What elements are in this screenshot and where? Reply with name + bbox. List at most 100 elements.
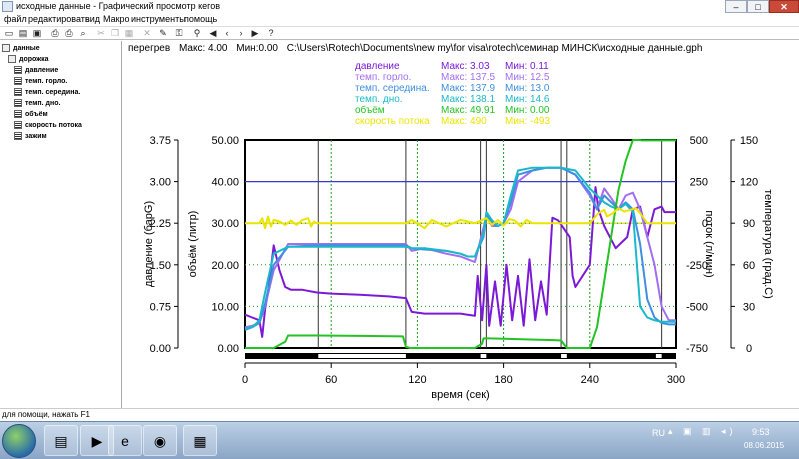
explorer-icon[interactable]: ▤ — [44, 425, 78, 456]
language-indicator[interactable]: RU — [652, 428, 665, 438]
x-tick-label: 240 — [581, 374, 599, 386]
temp-tick-label: 90 — [743, 218, 755, 230]
volume-axis-label: объём (литр) — [187, 211, 199, 278]
x-tick-label: 300 — [667, 374, 685, 386]
volume-tick-label: 50.00 — [211, 135, 239, 147]
channel-icon — [14, 121, 22, 130]
timeline-segment — [655, 354, 662, 358]
new-icon[interactable]: ▭ — [3, 28, 15, 39]
flow-tick-label: 250 — [690, 177, 708, 189]
timeline-segment — [480, 354, 487, 358]
tree-item-temp-bottom[interactable]: темп. дно. — [14, 98, 60, 109]
menu-bar: файл редактировать вид Макро инструменты… — [0, 14, 799, 27]
tray-icons[interactable]: ▴ ▣ ▥ ◂) — [668, 426, 737, 437]
title-bar: исходные данные - Графический просмотр к… — [0, 0, 799, 14]
pen-icon[interactable]: ✎ — [157, 28, 169, 39]
volume-tick-label: 30.00 — [211, 218, 239, 230]
x-tick-label: 180 — [494, 374, 512, 386]
x-axis-label: время (сек) — [431, 389, 489, 401]
window-title: исходные данные - Графический просмотр к… — [16, 1, 221, 11]
menu-file[interactable]: файл — [4, 14, 27, 24]
app-icon — [2, 1, 13, 12]
minimize-button[interactable]: – — [725, 0, 747, 13]
help-icon[interactable]: ? — [265, 28, 277, 39]
tree-item-volume[interactable]: объём — [14, 109, 48, 120]
temp-tick-label: 120 — [740, 177, 758, 189]
folder-icon — [2, 44, 10, 53]
temp-tick-label: 30 — [743, 301, 755, 313]
tree-item-temp-middle[interactable]: темп. середина. — [14, 87, 80, 98]
tree-item-clamp[interactable]: зажим — [14, 131, 47, 142]
volume-tick-label: 0.00 — [218, 343, 239, 355]
open-icon[interactable]: ▤ — [17, 28, 29, 39]
search-icon[interactable]: ⌕ — [77, 28, 89, 39]
channel-icon — [14, 99, 22, 108]
temp-axis-label: температура (град.C) — [762, 189, 774, 298]
key-icon[interactable]: ⚿ — [173, 28, 185, 39]
save-icon[interactable]: ▣ — [31, 28, 43, 39]
tree-item-flow[interactable]: скорость потока — [14, 120, 82, 131]
volume-tick-label: 20.00 — [211, 260, 239, 272]
start-button[interactable] — [2, 424, 36, 458]
volume-tick-label: 10.00 — [211, 301, 239, 313]
pressure-tick-label: 0.00 — [150, 343, 171, 355]
arrow-right-small-icon[interactable]: › — [235, 28, 247, 39]
x-tick-label: 120 — [408, 374, 426, 386]
temp-tick-label: 60 — [743, 260, 755, 272]
copy-icon[interactable]: ❐ — [109, 28, 121, 39]
delete-icon[interactable]: ✕ — [141, 28, 153, 39]
pressure-axis-label: давление (барG) — [143, 201, 155, 287]
timeline-segment — [318, 354, 406, 358]
print-preview-icon[interactable]: ⎙ — [49, 28, 61, 39]
paste-icon[interactable]: ▦ — [123, 28, 135, 39]
internet-explorer-icon[interactable]: e — [108, 425, 142, 456]
channel-icon — [14, 66, 22, 75]
flow-tick-label: -750 — [686, 343, 708, 355]
pin-icon[interactable]: ⚲ — [191, 28, 203, 39]
status-bar: для помощи, нажать F1 — [0, 408, 799, 421]
x-tick-label: 60 — [325, 374, 337, 386]
pressure-tick-label: 3.75 — [150, 135, 171, 147]
temp-tick-label: 0 — [746, 343, 752, 355]
status-text: для помощи, нажать F1 — [2, 410, 90, 419]
menu-edit[interactable]: редактировать — [28, 14, 90, 24]
close-button[interactable]: ✕ — [769, 0, 799, 13]
pressure-tick-label: 0.75 — [150, 301, 171, 313]
menu-macro[interactable]: Макро — [103, 14, 130, 24]
channel-icon — [14, 88, 22, 97]
channel-icon — [14, 110, 22, 119]
menu-tools[interactable]: инструменты — [131, 14, 186, 24]
temp-tick-label: 150 — [740, 135, 758, 147]
flow-tick-label: -500 — [686, 301, 708, 313]
channel-icon — [14, 77, 22, 86]
tree-item-temp-neck[interactable]: темп. горло. — [14, 76, 67, 87]
arrow-right-icon[interactable]: ▶ — [249, 28, 261, 39]
arrow-left-icon[interactable]: ◀ — [207, 28, 219, 39]
graph-viewer-taskbar-icon[interactable]: ▦ — [183, 425, 217, 456]
clock-date[interactable]: 08.06.2015 — [744, 441, 784, 450]
channel-icon — [14, 132, 22, 141]
multi-axis-chart[interactable]: 0 60 120 180 240 300время (сек)0.000.751.502.… — [123, 41, 799, 408]
taskbar: ▤ ▶ e ◉ ▦ RU ▴ ▣ ▥ ◂) 9:53 08.06.2015 — [0, 421, 799, 459]
flow-axis-label: поток (л/мин) — [703, 210, 715, 277]
app-taskbar-icon[interactable]: ◉ — [143, 425, 177, 456]
menu-view[interactable]: вид — [85, 14, 100, 24]
graph-panel: перегрев Макс: 4.00 Мин:0.00 C:\Users\Ro… — [123, 41, 799, 408]
menu-help[interactable]: помощь — [184, 14, 217, 24]
tree-root[interactable]: данные — [2, 43, 40, 54]
maximize-button[interactable]: □ — [747, 0, 769, 13]
timeline-bar — [245, 353, 676, 359]
print-icon[interactable]: ⎙ — [63, 28, 75, 39]
arrow-left-small-icon[interactable]: ‹ — [221, 28, 233, 39]
timeline-segment — [561, 354, 567, 358]
folder-icon — [8, 55, 16, 64]
volume-tick-label: 40.00 — [211, 177, 239, 189]
clock-time[interactable]: 9:53 — [752, 427, 770, 437]
pressure-tick-label: 3.00 — [150, 177, 171, 189]
tree-branch[interactable]: дорожка — [8, 54, 49, 65]
flow-tick-label: 500 — [690, 135, 708, 147]
tree-item-pressure[interactable]: давление — [14, 65, 58, 76]
cut-icon[interactable]: ✂ — [95, 28, 107, 39]
x-tick-label: 0 — [242, 374, 248, 386]
toolbar: ▭ ▤ ▣ ⎙ ⎙ ⌕ ✂ ❐ ▦ ✕ ✎ ⚿ ⚲ ◀ ‹ › ▶ ? — [0, 27, 799, 40]
